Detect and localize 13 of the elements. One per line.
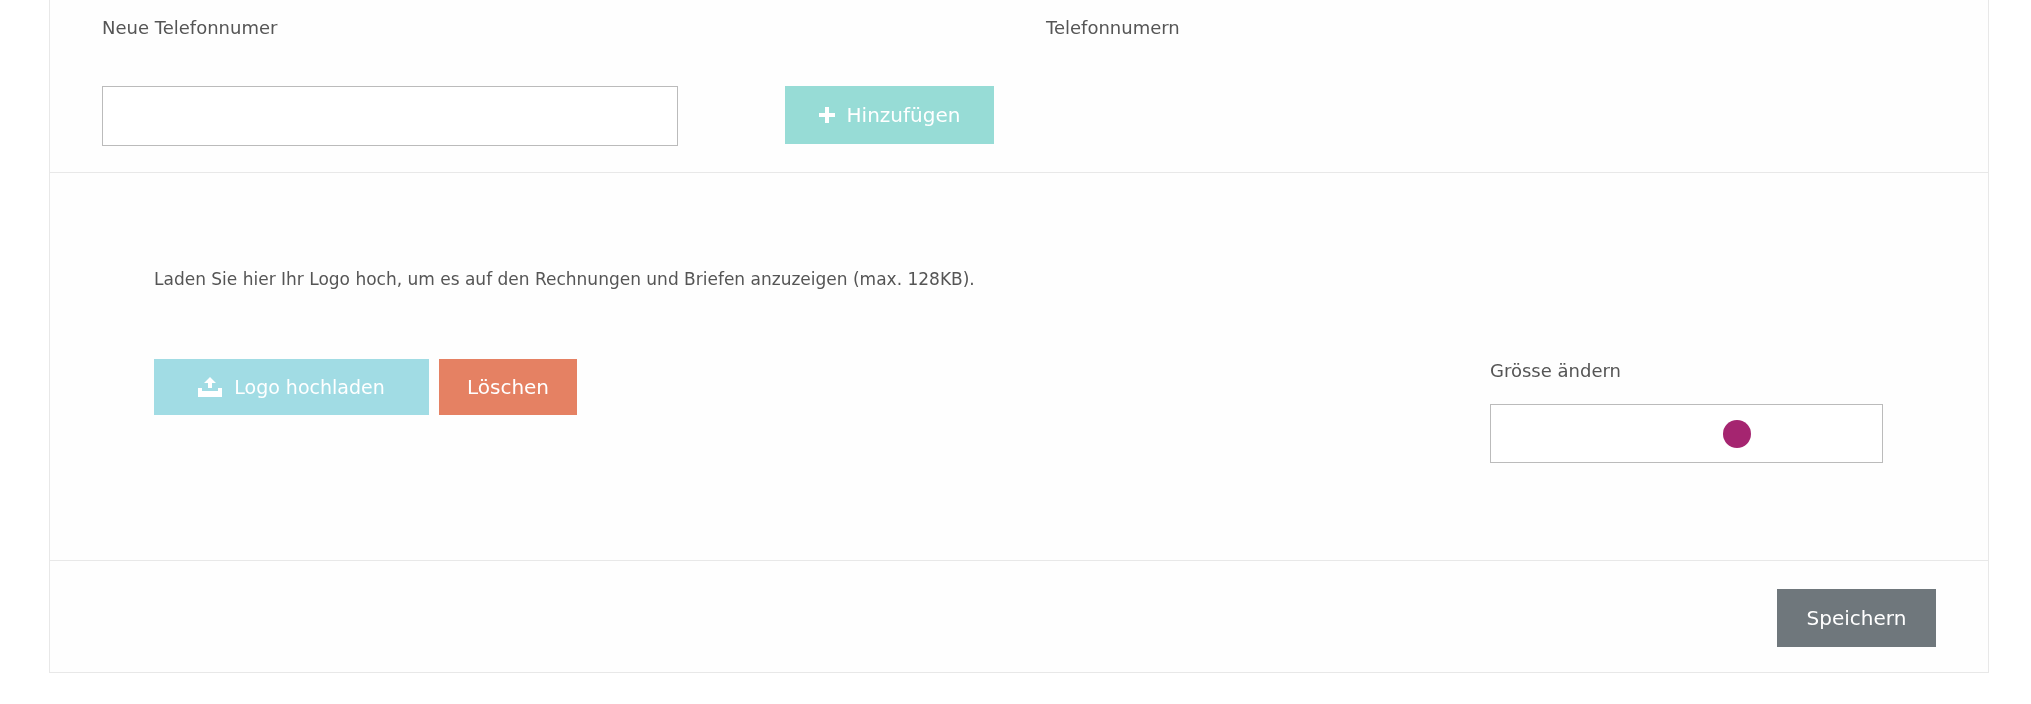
save-button[interactable]: Speichern	[1777, 589, 1936, 647]
delete-button[interactable]: Löschen	[439, 359, 577, 415]
size-slider[interactable]	[1490, 404, 1883, 463]
plus-icon	[818, 107, 835, 123]
upload-button[interactable]: Logo hochladen	[154, 359, 429, 415]
upload-instructions: Laden Sie hier Ihr Logo hoch, um es auf den Rechnungen und Briefen anzuzeigen (max. 128KB).	[154, 268, 976, 291]
upload-icon	[198, 377, 223, 397]
field-label: Neue Telefonnumer	[102, 16, 279, 40]
resize-label: Grösse ändern	[1490, 359, 1622, 383]
slider-thumb[interactable]	[1723, 419, 1752, 448]
phone-input-field[interactable]	[102, 86, 678, 146]
add-button[interactable]: Hinzufügen	[785, 86, 994, 144]
section-label: Telefonnumern	[1046, 16, 1181, 40]
